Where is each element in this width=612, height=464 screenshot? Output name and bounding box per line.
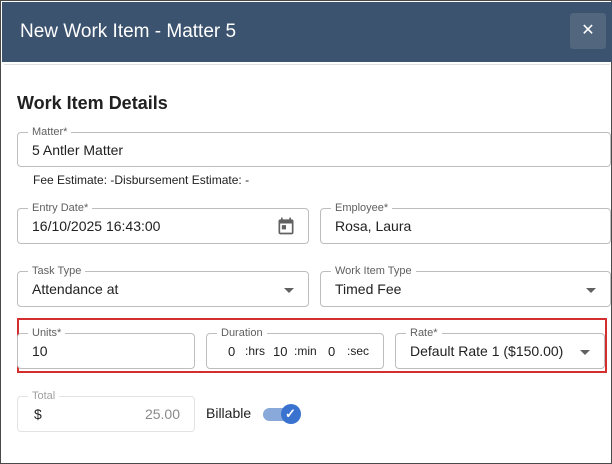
check-icon: ✓ (285, 406, 296, 421)
total-value: 25.00 (144, 406, 180, 422)
entry-date-field[interactable]: Entry Date* 16/10/2025 16:43:00 (17, 202, 309, 244)
duration-hrs-input[interactable]: 0 (228, 344, 235, 359)
dialog-title: New Work Item - Matter 5 (20, 21, 237, 42)
duration-field[interactable]: Duration 0 :hrs 10 :min 0 :sec (206, 327, 384, 369)
divider (4, 64, 610, 65)
duration-label: Duration (217, 327, 267, 339)
employee-label: Employee* (331, 202, 393, 214)
work-item-type-value: Timed Fee (335, 281, 402, 297)
total-label: Total (28, 390, 60, 402)
billable-toggle[interactable]: ✓ (263, 404, 301, 424)
duration-min-unit: :min (294, 344, 317, 358)
task-type-select[interactable]: Task Type Attendance at (17, 265, 309, 307)
matter-field[interactable]: Matter* 5 Antler Matter (17, 126, 611, 167)
billable-label: Billable (206, 405, 252, 421)
chevron-down-icon (586, 288, 596, 293)
close-icon: ✕ (581, 22, 595, 39)
units-value: 10 (32, 343, 48, 359)
employee-field[interactable]: Employee* Rosa, Laura (320, 202, 611, 244)
task-type-value: Attendance at (32, 281, 119, 297)
entry-date-value: 16/10/2025 16:43:00 (32, 218, 161, 234)
chevron-down-icon (284, 288, 294, 293)
duration-sec-input[interactable]: 0 (328, 344, 335, 359)
total-currency: $ (34, 406, 42, 422)
units-label: Units* (28, 327, 66, 339)
rate-select[interactable]: Rate* Default Rate 1 ($150.00) (395, 327, 605, 369)
section-title: Work Item Details (17, 93, 168, 113)
dialog: New Work Item - Matter 5 ✕ Work Item Det… (0, 0, 612, 464)
close-button[interactable]: ✕ (570, 13, 606, 49)
dialog-header: New Work Item - Matter 5 ✕ (2, 2, 612, 62)
work-item-type-select[interactable]: Work Item Type Timed Fee (320, 265, 611, 307)
chevron-down-icon (580, 350, 590, 355)
matter-label: Matter* (28, 126, 72, 138)
estimate-text: Fee Estimate: -Disbursement Estimate: - (33, 173, 250, 187)
work-item-type-label: Work Item Type (331, 265, 416, 277)
calendar-icon[interactable] (276, 216, 296, 236)
toggle-thumb: ✓ (281, 404, 301, 424)
duration-hrs-unit: :hrs (245, 344, 266, 358)
employee-value: Rosa, Laura (335, 218, 412, 234)
entry-date-label: Entry Date* (28, 202, 93, 214)
duration-min-input[interactable]: 10 (273, 344, 287, 359)
rate-label: Rate* (406, 327, 442, 339)
total-field: Total $ 25.00 (17, 390, 195, 432)
task-type-label: Task Type (28, 265, 86, 277)
rate-value: Default Rate 1 ($150.00) (410, 343, 564, 359)
units-field[interactable]: Units* 10 (17, 327, 195, 369)
duration-sec-unit: :sec (347, 344, 370, 358)
matter-value: 5 Antler Matter (32, 142, 124, 158)
